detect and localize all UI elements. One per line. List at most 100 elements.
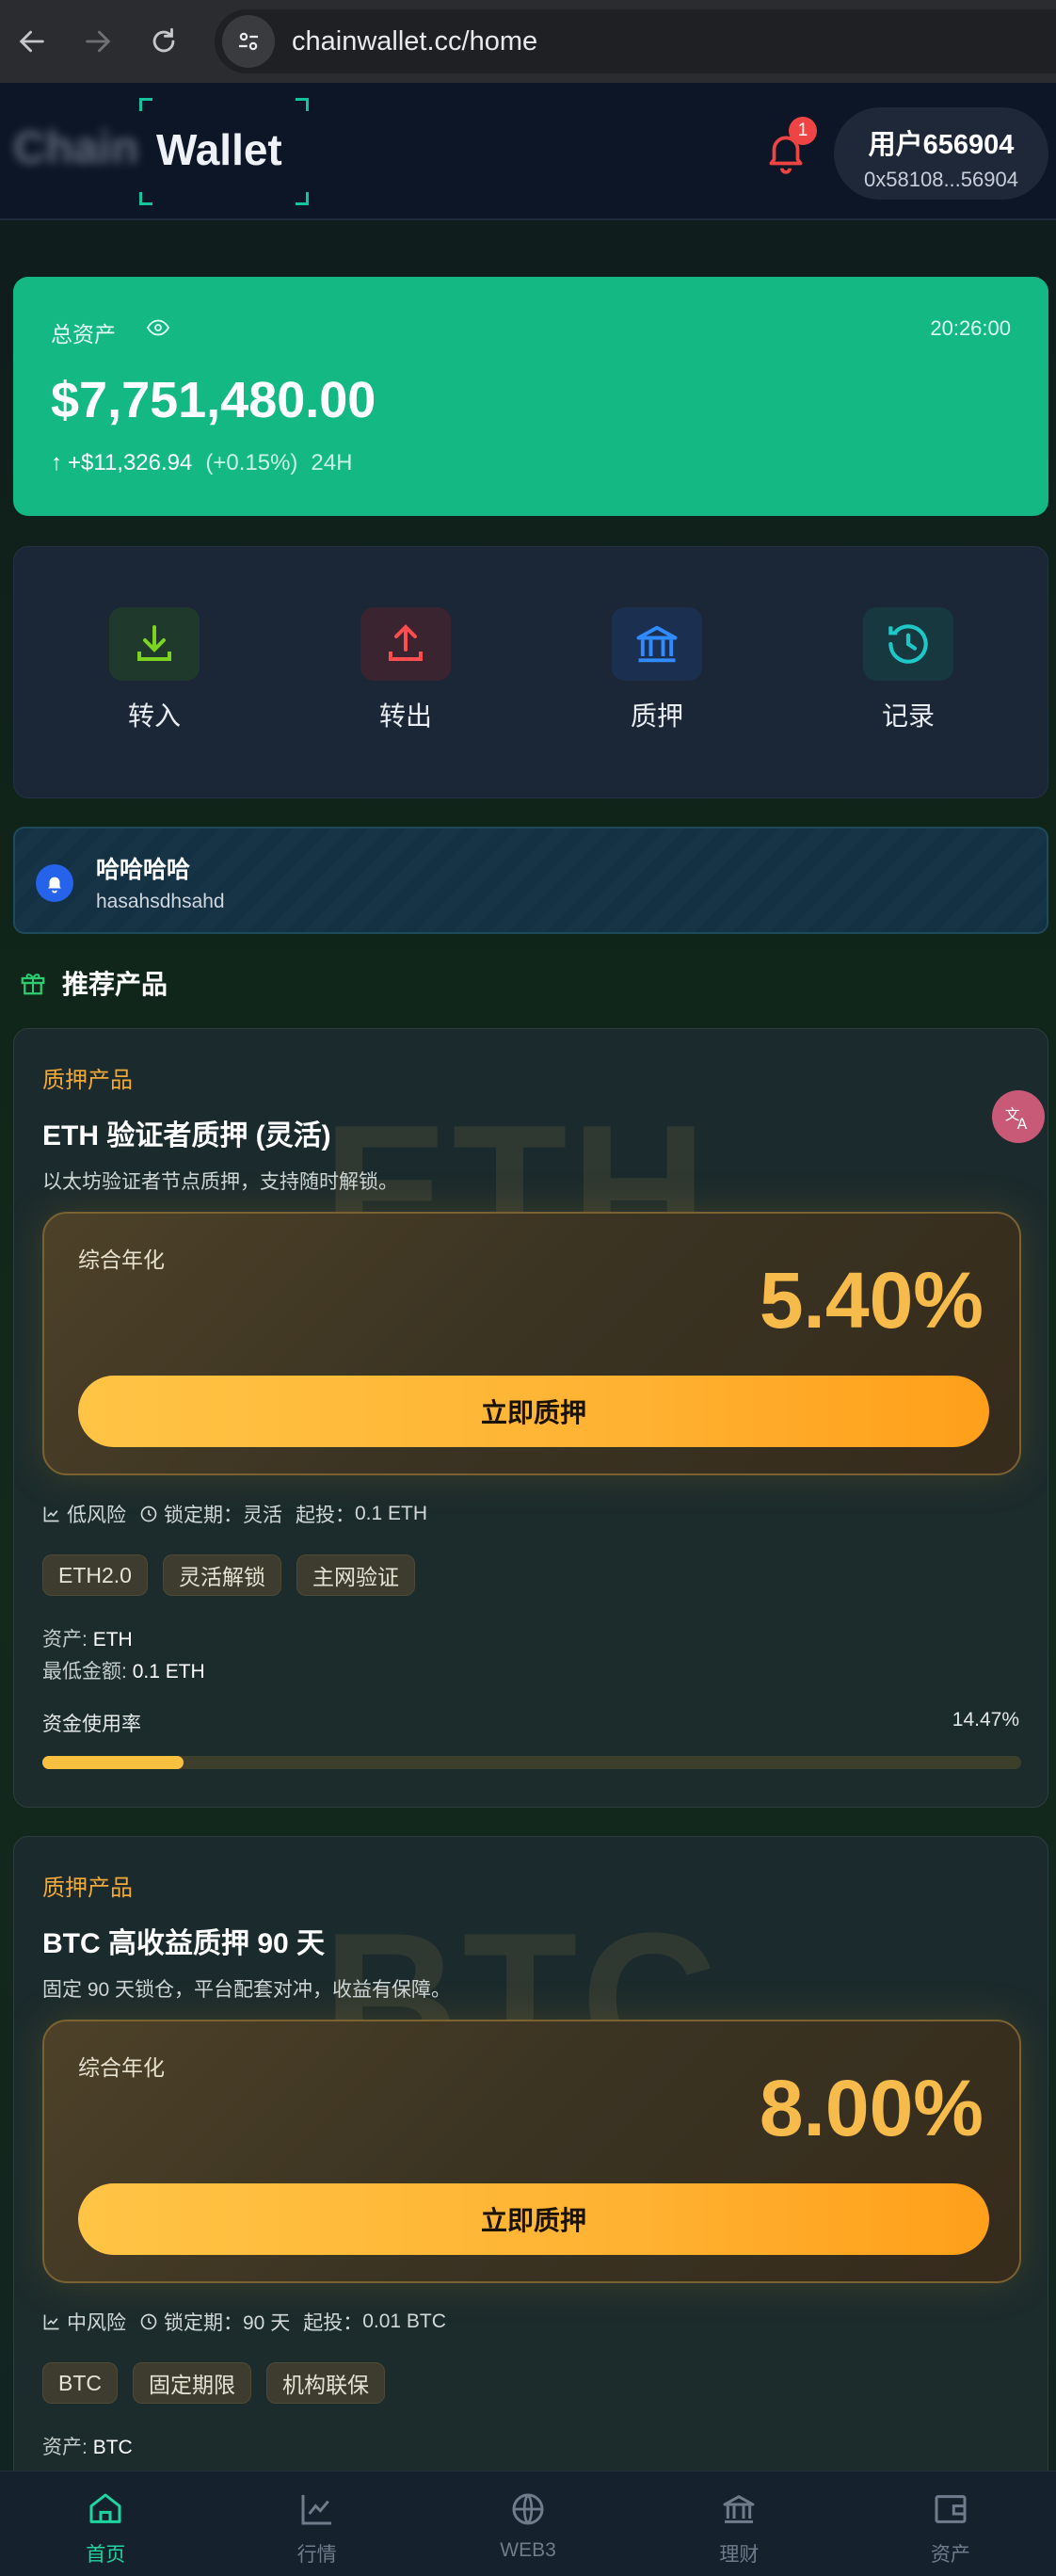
- action-stake[interactable]: 质押: [591, 607, 723, 733]
- usage-percent: 14.47%: [952, 1709, 1019, 1731]
- product-tag: 主网验证: [296, 1554, 415, 1596]
- nav-label: WEB3: [500, 2539, 556, 2561]
- logo-corner-decoration: [296, 98, 309, 111]
- globe-icon: [512, 2493, 544, 2525]
- stake-now-button[interactable]: 立即质押: [78, 1376, 989, 1447]
- reload-icon: [152, 27, 175, 53]
- product-card[interactable]: BTC 质押产品 BTC 高收益质押 90 天 固定 90 天锁仓，平台配套对冲…: [13, 1836, 1048, 2514]
- lock-label: 锁定期：: [164, 2312, 243, 2334]
- logo-blurred-text: Chain: [13, 123, 139, 173]
- usage-progress-fill: [42, 1756, 184, 1769]
- forward-button[interactable]: [70, 13, 126, 70]
- assets-timestamp: 20:26:00: [930, 316, 1011, 340]
- product-meta-row: 中风险 锁定期： 90 天 起投： 0.01 BTC: [42, 2308, 446, 2336]
- action-label: 质押: [630, 701, 683, 731]
- announcement-title: 哈哈哈哈: [96, 857, 191, 883]
- apy-box: 综合年化 8.00% 立即质押: [42, 2020, 1021, 2283]
- lock-label: 锁定期：: [164, 1505, 243, 1526]
- logo-corner-decoration: [139, 192, 152, 205]
- min-invest-label: 起投：: [296, 1505, 355, 1526]
- usage-progress-track: [42, 1756, 1021, 1769]
- browser-toolbar: chainwallet.cc/home: [0, 0, 1056, 83]
- product-description: 以太坊验证者节点质押，支持随时解锁。: [42, 1171, 398, 1193]
- total-assets-label: 总资产: [51, 322, 116, 346]
- arrow-right-icon: [86, 30, 111, 53]
- address-bar[interactable]: chainwallet.cc/home: [215, 9, 1056, 73]
- chart-line-icon: [301, 2495, 331, 2525]
- product-tags: BTC 固定期限 机构联保: [42, 2362, 385, 2404]
- product-category: 质押产品: [42, 1876, 133, 1901]
- min-invest-label: 起投：: [303, 2312, 363, 2334]
- action-label: 转出: [378, 701, 432, 731]
- apy-value: 8.00%: [759, 2064, 984, 2152]
- trend-chart-icon: [43, 1506, 59, 1522]
- download-icon: [109, 607, 200, 681]
- nav-item-home[interactable]: 首页: [0, 2471, 211, 2576]
- change-period: 24H: [311, 450, 353, 475]
- upload-icon: [360, 607, 451, 681]
- recommended-section-title: 推荐产品: [19, 964, 168, 1002]
- min-amount-row: 最低金额: 0.1 ETH: [42, 1656, 205, 1684]
- min-amount-label: 最低金额:: [42, 1661, 127, 1682]
- asset-label: 资产:: [42, 2437, 88, 2458]
- bottom-navigation: 首页 行情 WEB3 理财 资产: [0, 2471, 1056, 2576]
- product-title: ETH 验证者质押 (灵活): [42, 1120, 331, 1151]
- product-category: 质押产品: [42, 1068, 133, 1093]
- product-tag: 灵活解锁: [162, 1554, 281, 1596]
- change-percent: (+0.15%): [205, 450, 298, 475]
- product-title: BTC 高收益质押 90 天: [42, 1928, 326, 1959]
- action-deposit[interactable]: 转入: [88, 607, 220, 733]
- action-records[interactable]: 记录: [842, 607, 974, 733]
- logo-corner-decoration: [139, 98, 152, 111]
- nav-item-finance[interactable]: 理财: [633, 2471, 844, 2576]
- bank-icon: [723, 2495, 755, 2523]
- risk-level: 低风险: [67, 1505, 126, 1526]
- user-name: 用户656904: [868, 130, 1015, 160]
- site-settings-icon[interactable]: [222, 15, 275, 68]
- min-amount-value: 0.1 ETH: [132, 1661, 205, 1682]
- notification-badge: 1: [789, 117, 817, 145]
- nav-item-assets[interactable]: 资产: [845, 2471, 1056, 2576]
- nav-label: 理财: [719, 2544, 760, 2566]
- apy-value: 5.40%: [759, 1256, 984, 1344]
- reload-button[interactable]: [136, 13, 192, 70]
- nav-label: 资产: [930, 2544, 970, 2566]
- lock-value: 灵活: [243, 1505, 282, 1526]
- product-tags: ETH2.0 灵活解锁 主网验证: [42, 1554, 415, 1596]
- apy-label: 综合年化: [78, 2055, 165, 2080]
- action-withdraw[interactable]: 转出: [340, 607, 472, 733]
- gift-icon: [21, 974, 45, 995]
- clock-icon: [140, 2313, 157, 2330]
- apy-label: 综合年化: [78, 1248, 165, 1272]
- user-account-button[interactable]: 用户656904 0x58108...56904: [834, 107, 1048, 200]
- clock-icon: [140, 1505, 157, 1522]
- lock-value: 90 天: [243, 2312, 291, 2334]
- nav-item-web3[interactable]: WEB3: [423, 2471, 633, 2576]
- back-button[interactable]: [4, 13, 60, 70]
- assets-change-row: ↑ +$11,326.94 (+0.15%) 24H: [51, 450, 352, 476]
- wallet-icon: [935, 2495, 967, 2523]
- logo-text: Wallet: [156, 125, 282, 174]
- arrow-up-icon: ↑: [51, 450, 62, 475]
- section-title-text: 推荐产品: [62, 970, 168, 999]
- arrow-left-icon: [19, 30, 44, 53]
- nav-label: 首页: [86, 2544, 126, 2566]
- translate-icon[interactable]: 文A: [992, 1090, 1045, 1143]
- url-text: chainwallet.cc/home: [292, 25, 538, 56]
- change-amount: +$11,326.94: [68, 450, 193, 475]
- product-description: 固定 90 天锁仓，平台配套对冲，收益有保障。: [42, 1979, 452, 2001]
- announcement-banner[interactable]: 哈哈哈哈 hasahsdhsahd: [13, 827, 1048, 934]
- eye-icon[interactable]: [147, 318, 169, 337]
- product-card[interactable]: ETH 质押产品 ETH 验证者质押 (灵活) 以太坊验证者节点质押，支持随时解…: [13, 1028, 1048, 1808]
- action-label: 记录: [881, 701, 935, 731]
- asset-value: BTC: [92, 2437, 133, 2458]
- product-tag: 固定期限: [133, 2362, 251, 2404]
- risk-level: 中风险: [67, 2312, 126, 2334]
- total-assets-card: 总资产 20:26:00 $7,751,480.00 ↑ +$11,326.94…: [13, 277, 1048, 516]
- bank-icon: [612, 607, 702, 681]
- asset-value: ETH: [92, 1629, 133, 1650]
- nav-item-market[interactable]: 行情: [211, 2471, 422, 2576]
- stake-now-button[interactable]: 立即质押: [78, 2183, 989, 2255]
- product-tag: BTC: [42, 2362, 118, 2404]
- home-icon: [89, 2493, 121, 2523]
